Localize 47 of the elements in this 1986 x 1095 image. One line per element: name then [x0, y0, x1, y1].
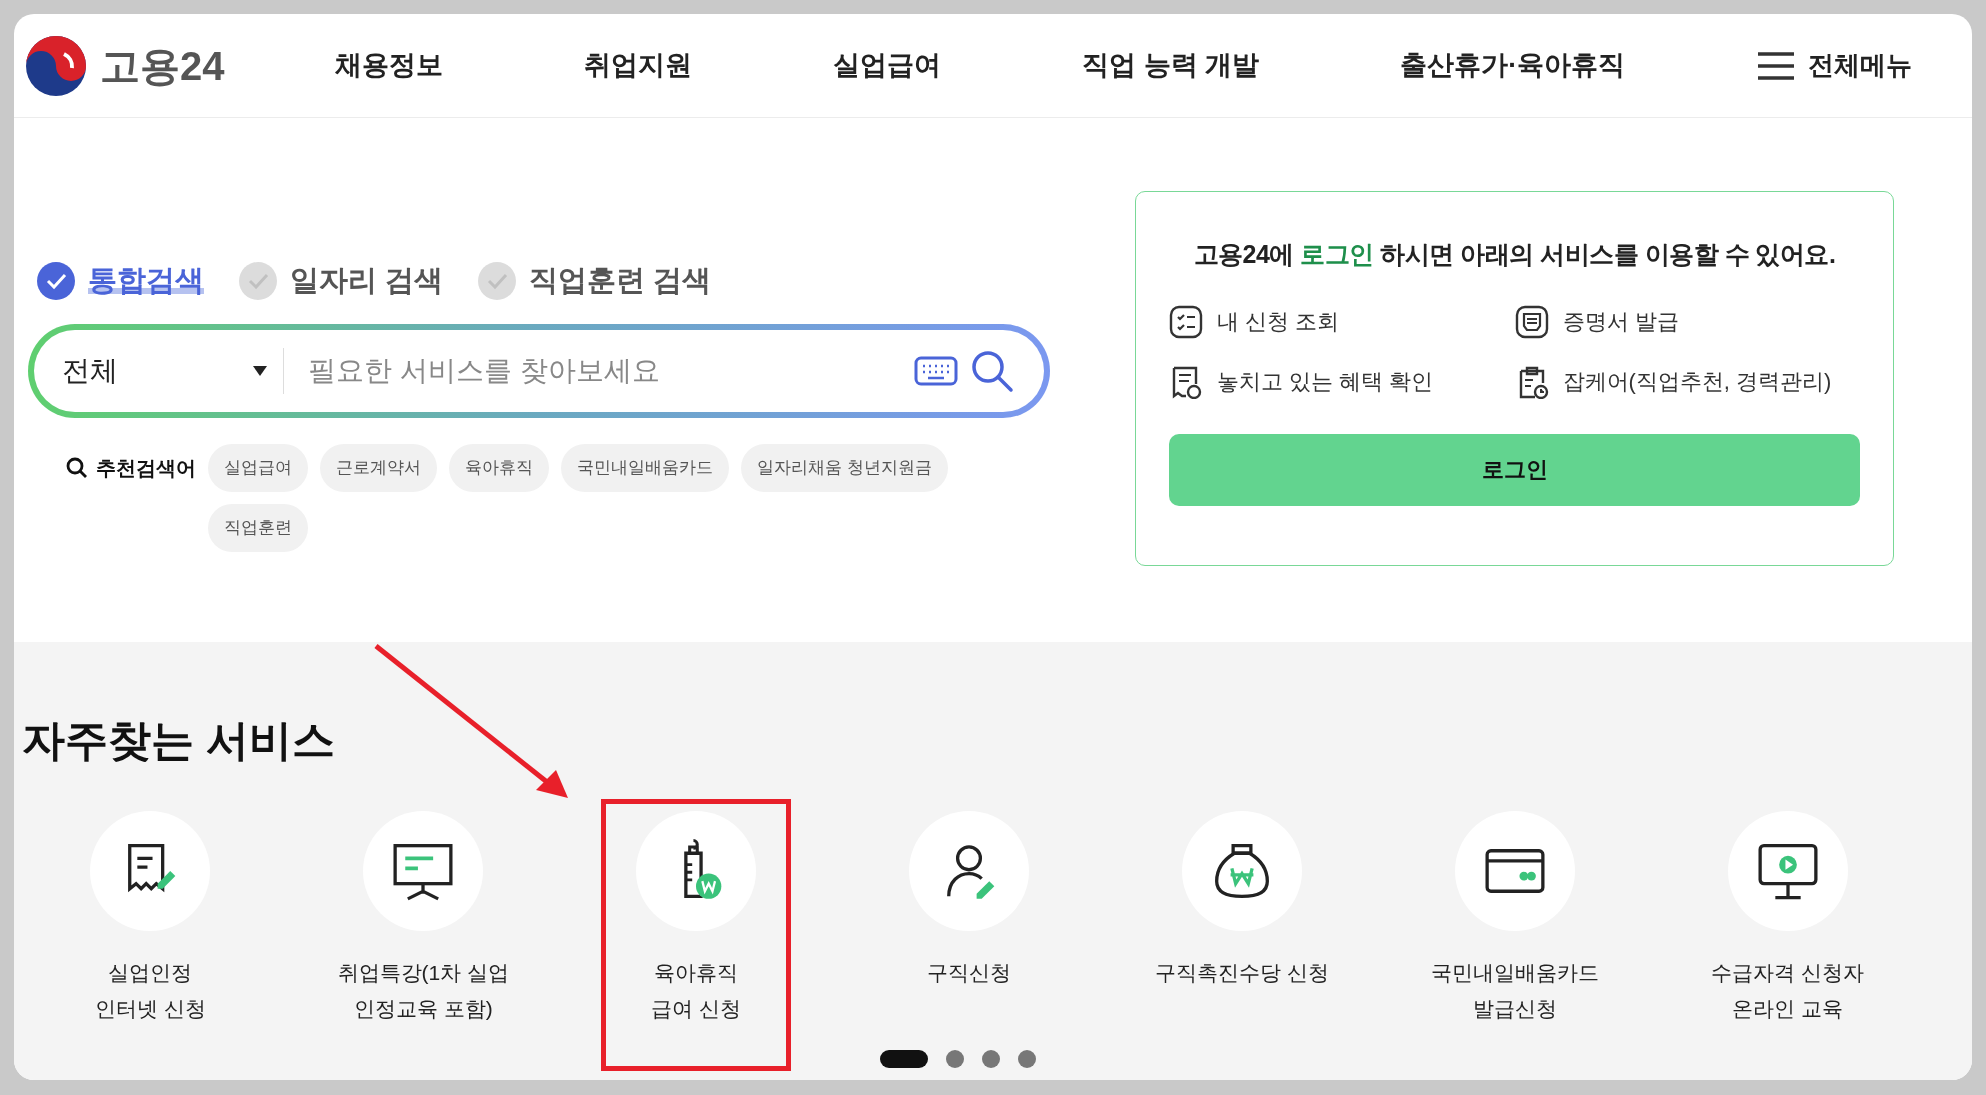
category-dropdown[interactable]: 전체 — [62, 348, 284, 394]
login-button[interactable]: 로그인 — [1169, 433, 1860, 506]
keyboard-button[interactable] — [914, 356, 958, 386]
search-icon — [66, 457, 88, 479]
search-tab[interactable]: 통합검색 — [36, 259, 204, 303]
service-link[interactable]: 구직신청 — [874, 798, 1064, 1071]
keyword-chip[interactable]: 국민내일배움카드 — [561, 444, 729, 492]
keyword-chip[interactable]: 근로계약서 — [320, 444, 437, 492]
login-message: 고용24에 로그인 하시면 아래의 서비스를 이용할 수 있어요. — [1192, 239, 1837, 270]
dropdown-caret-icon — [253, 366, 267, 376]
feature-label: 내 신청 조회 — [1217, 308, 1340, 336]
receipt-icon — [1514, 304, 1549, 339]
nav-link[interactable]: 실업급여 — [832, 45, 941, 86]
check-icon — [238, 261, 278, 301]
all-menu-button[interactable]: 전체메뉴 — [1756, 46, 1912, 85]
checklist-icon — [1169, 304, 1203, 339]
logo-link[interactable]: 고용24 — [24, 33, 264, 98]
feature-label: 증명서 발급 — [1562, 308, 1679, 336]
feature-label: 잡케어(직업추천, 경력관리) — [1562, 368, 1832, 396]
search-tab[interactable]: 직업훈련 검색 — [477, 259, 712, 303]
search-icon — [970, 349, 1014, 393]
keyword-chip[interactable]: 직업훈련 — [208, 504, 308, 552]
service-link[interactable]: 취업특강(1차 실업 인정교육 포함) — [328, 798, 519, 1071]
nav-link[interactable]: 직업 능력 개발 — [1082, 45, 1260, 86]
section-title: 자주찾는 서비스 — [21, 715, 335, 766]
service-link[interactable]: 실업인정 인터넷 신청 — [55, 798, 246, 1071]
recommended-label: 추천검색어 — [96, 456, 196, 481]
service-link[interactable]: 국민내일배움카드 발급신청 — [1419, 798, 1610, 1071]
search-field[interactable]: 전체 필요한 서비스를 찾아보세요 — [28, 324, 1050, 418]
search-tab[interactable]: 일자리 검색 — [238, 259, 444, 303]
nav-link[interactable]: 출산휴가·육아휴직 — [1400, 45, 1626, 86]
keyword-chip[interactable]: 육아휴직 — [449, 444, 549, 492]
menu-icon — [1756, 50, 1796, 81]
check-icon — [477, 261, 518, 301]
nav-link[interactable]: 취업지원 — [583, 45, 692, 86]
search-button[interactable] — [970, 349, 1014, 393]
check-icon — [36, 261, 76, 301]
logo-text: 고용24 — [100, 42, 225, 90]
logo-icon — [24, 33, 88, 98]
keyword-chip[interactable]: 실업급여 — [208, 444, 308, 492]
feature-label: 놓치고 있는 혜택 확인 — [1217, 368, 1434, 396]
service-link[interactable]: 수급자격 신청자 온라인 교육 — [1692, 798, 1883, 1071]
service-link[interactable]: 구직촉진수당 신청 — [1146, 798, 1337, 1071]
keyword-chip[interactable]: 일자리채움 청년지원금 — [741, 444, 948, 492]
nav-link[interactable]: 채용정보 — [334, 45, 443, 86]
keyboard-icon — [914, 356, 958, 386]
service-link[interactable]: 육아휴직 급여 신청 — [601, 798, 792, 1071]
